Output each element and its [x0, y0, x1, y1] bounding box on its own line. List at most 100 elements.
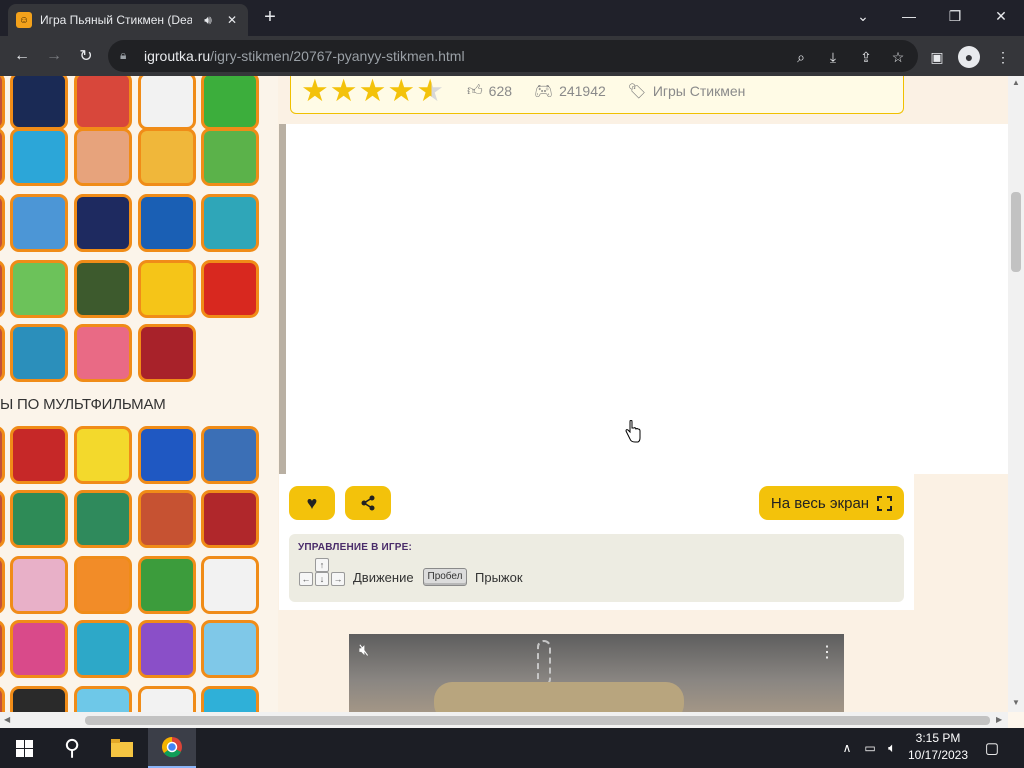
dolphin-thumb[interactable]: [10, 128, 68, 186]
volume-muted-icon[interactable]: 🔈︎: [882, 728, 902, 768]
windows-start-icon[interactable]: [0, 728, 48, 768]
muted-speaker-icon[interactable]: 🔇︎: [359, 642, 369, 660]
menu-kebab-icon[interactable]: ⋮: [992, 46, 1014, 68]
taskbar-clock[interactable]: 3:15 PM 10/17/2023: [906, 730, 970, 764]
scroll-left-arrow-icon[interactable]: ◀: [4, 715, 10, 724]
horizontal-scroll-thumb[interactable]: [85, 716, 990, 725]
close-window-icon[interactable]: ✕: [986, 6, 1016, 26]
gravity-falls-thumb[interactable]: [74, 490, 132, 548]
spiderman-thumb[interactable]: [10, 426, 68, 484]
ninja-thumb[interactable]: [10, 490, 68, 548]
game-thumbnail-partial[interactable]: [0, 686, 5, 712]
monster-thumb[interactable]: [10, 260, 68, 318]
disney-channel-thumb[interactable]: [138, 194, 196, 252]
plane-thumb[interactable]: [10, 194, 68, 252]
game-thumbnail-partial[interactable]: [0, 260, 5, 318]
back-icon[interactable]: ←: [6, 40, 38, 72]
chrome-taskbar-icon[interactable]: [148, 728, 196, 768]
file-explorer-icon[interactable]: [98, 728, 146, 768]
game-thumbnail-partial[interactable]: [0, 324, 5, 382]
share-button[interactable]: [345, 486, 391, 520]
close-tab-icon[interactable]: ✕: [224, 13, 240, 27]
pop-it-thumb[interactable]: [74, 324, 132, 382]
candy-thumb[interactable]: [74, 128, 132, 186]
bookmark-star-icon[interactable]: ☆: [887, 46, 909, 68]
scroll-right-arrow-icon[interactable]: ▶: [996, 715, 1002, 724]
star-icon[interactable]: ★: [330, 76, 358, 106]
angry-bird-red-thumb[interactable]: [138, 324, 196, 382]
panda-thumb[interactable]: [138, 76, 196, 130]
install-icon[interactable]: ⤓: [822, 46, 844, 68]
horizontal-scrollbar[interactable]: ◀ ▶: [0, 712, 1008, 728]
video-ad-player[interactable]: 🔇︎ ⋮: [349, 634, 844, 712]
reload-icon[interactable]: ↻: [70, 40, 102, 72]
dora-thumb[interactable]: [10, 620, 68, 678]
scroll-up-arrow-icon[interactable]: ▲: [1012, 78, 1020, 87]
snake-game-thumb[interactable]: [10, 76, 68, 130]
game-frame[interactable]: [279, 124, 1008, 474]
scooby-thumb[interactable]: [138, 556, 196, 614]
category-tag[interactable]: 🏷︎ Игры Стикмен: [628, 82, 746, 100]
teen-titans-thumb[interactable]: [138, 686, 196, 712]
perry-thumb[interactable]: [74, 620, 132, 678]
game-thumbnail-partial[interactable]: [0, 620, 5, 678]
gamepad-icon: 🎮︎: [534, 82, 554, 100]
lion-thumb[interactable]: [138, 128, 196, 186]
cartoon-network-thumb[interactable]: [74, 194, 132, 252]
share-page-icon[interactable]: ⇪: [855, 46, 877, 68]
speaker-icon[interactable]: 🔊︎: [200, 13, 216, 28]
fullscreen-button[interactable]: На весь экран: [759, 486, 904, 520]
game-thumbnail-partial[interactable]: [0, 128, 5, 186]
naruto-thumb[interactable]: [74, 556, 132, 614]
tank-thumb[interactable]: [74, 260, 132, 318]
vertical-scroll-thumb[interactable]: [1011, 192, 1021, 272]
vertical-scrollbar[interactable]: ▲ ▼: [1008, 76, 1024, 712]
notifications-icon[interactable]: ▢: [978, 728, 1006, 768]
game-thumbnail-partial[interactable]: [0, 194, 5, 252]
arrow-up-key: ↑: [315, 558, 329, 572]
forward-icon[interactable]: →: [38, 40, 70, 72]
game-thumbnail-partial[interactable]: [0, 426, 5, 484]
star-icon[interactable]: ★: [359, 76, 387, 106]
om-nom-thumb[interactable]: [201, 76, 259, 130]
equestria-thumb[interactable]: [138, 620, 196, 678]
cars-thumb[interactable]: [201, 490, 259, 548]
bubbles-thumb[interactable]: [201, 194, 259, 252]
among-us-thumb[interactable]: [201, 260, 259, 318]
game-thumbnail-partial[interactable]: [0, 490, 5, 548]
batman-thumb[interactable]: [10, 686, 68, 712]
angry-birds-thumb[interactable]: [74, 76, 132, 130]
squid-game-thumb[interactable]: [10, 324, 68, 382]
scroll-down-arrow-icon[interactable]: ▼: [1012, 698, 1020, 707]
adventure-time-thumb[interactable]: [74, 686, 132, 712]
tab-search-chevron-icon[interactable]: ⌄: [848, 6, 878, 26]
game-thumbnail-partial[interactable]: [0, 76, 5, 130]
rabbids-thumb[interactable]: [201, 556, 259, 614]
star-icon[interactable]: ★: [301, 76, 329, 106]
game-thumbnail-partial[interactable]: [0, 556, 5, 614]
video-menu-icon[interactable]: ⋮: [819, 642, 835, 662]
side-panel-icon[interactable]: ▣: [926, 46, 948, 68]
wheely-car-thumb[interactable]: [201, 128, 259, 186]
spongebob-thumb[interactable]: [74, 426, 132, 484]
tray-chevron-icon[interactable]: ∧: [838, 728, 856, 768]
minimize-icon[interactable]: —: [894, 6, 924, 26]
search-icon[interactable]: ⚲: [48, 728, 96, 768]
star-half-icon[interactable]: ★: [416, 76, 444, 106]
browser-tab-active[interactable]: ☺ Игра Пьяный Стикмен (Dea 🔊︎ ✕: [8, 4, 248, 36]
restore-icon[interactable]: ❐: [940, 6, 970, 26]
paw-patrol-thumb[interactable]: [201, 426, 259, 484]
network-icon[interactable]: ▭: [860, 728, 880, 768]
frozen-thumb[interactable]: [201, 620, 259, 678]
tom-jerry-thumb[interactable]: [138, 490, 196, 548]
star-icon[interactable]: ★: [387, 76, 415, 106]
gumball-thumb[interactable]: [201, 686, 259, 712]
likes-stat[interactable]: 👍︎ 628: [467, 82, 512, 100]
new-tab-button[interactable]: +: [258, 7, 282, 29]
sonic-thumb[interactable]: [138, 426, 196, 484]
search-icon[interactable]: ⌕: [790, 46, 812, 68]
favorite-button[interactable]: ♥: [289, 486, 335, 520]
brawl-face-thumb[interactable]: [138, 260, 196, 318]
princess-thumb[interactable]: [10, 556, 68, 614]
profile-avatar-icon[interactable]: ●: [958, 46, 980, 68]
